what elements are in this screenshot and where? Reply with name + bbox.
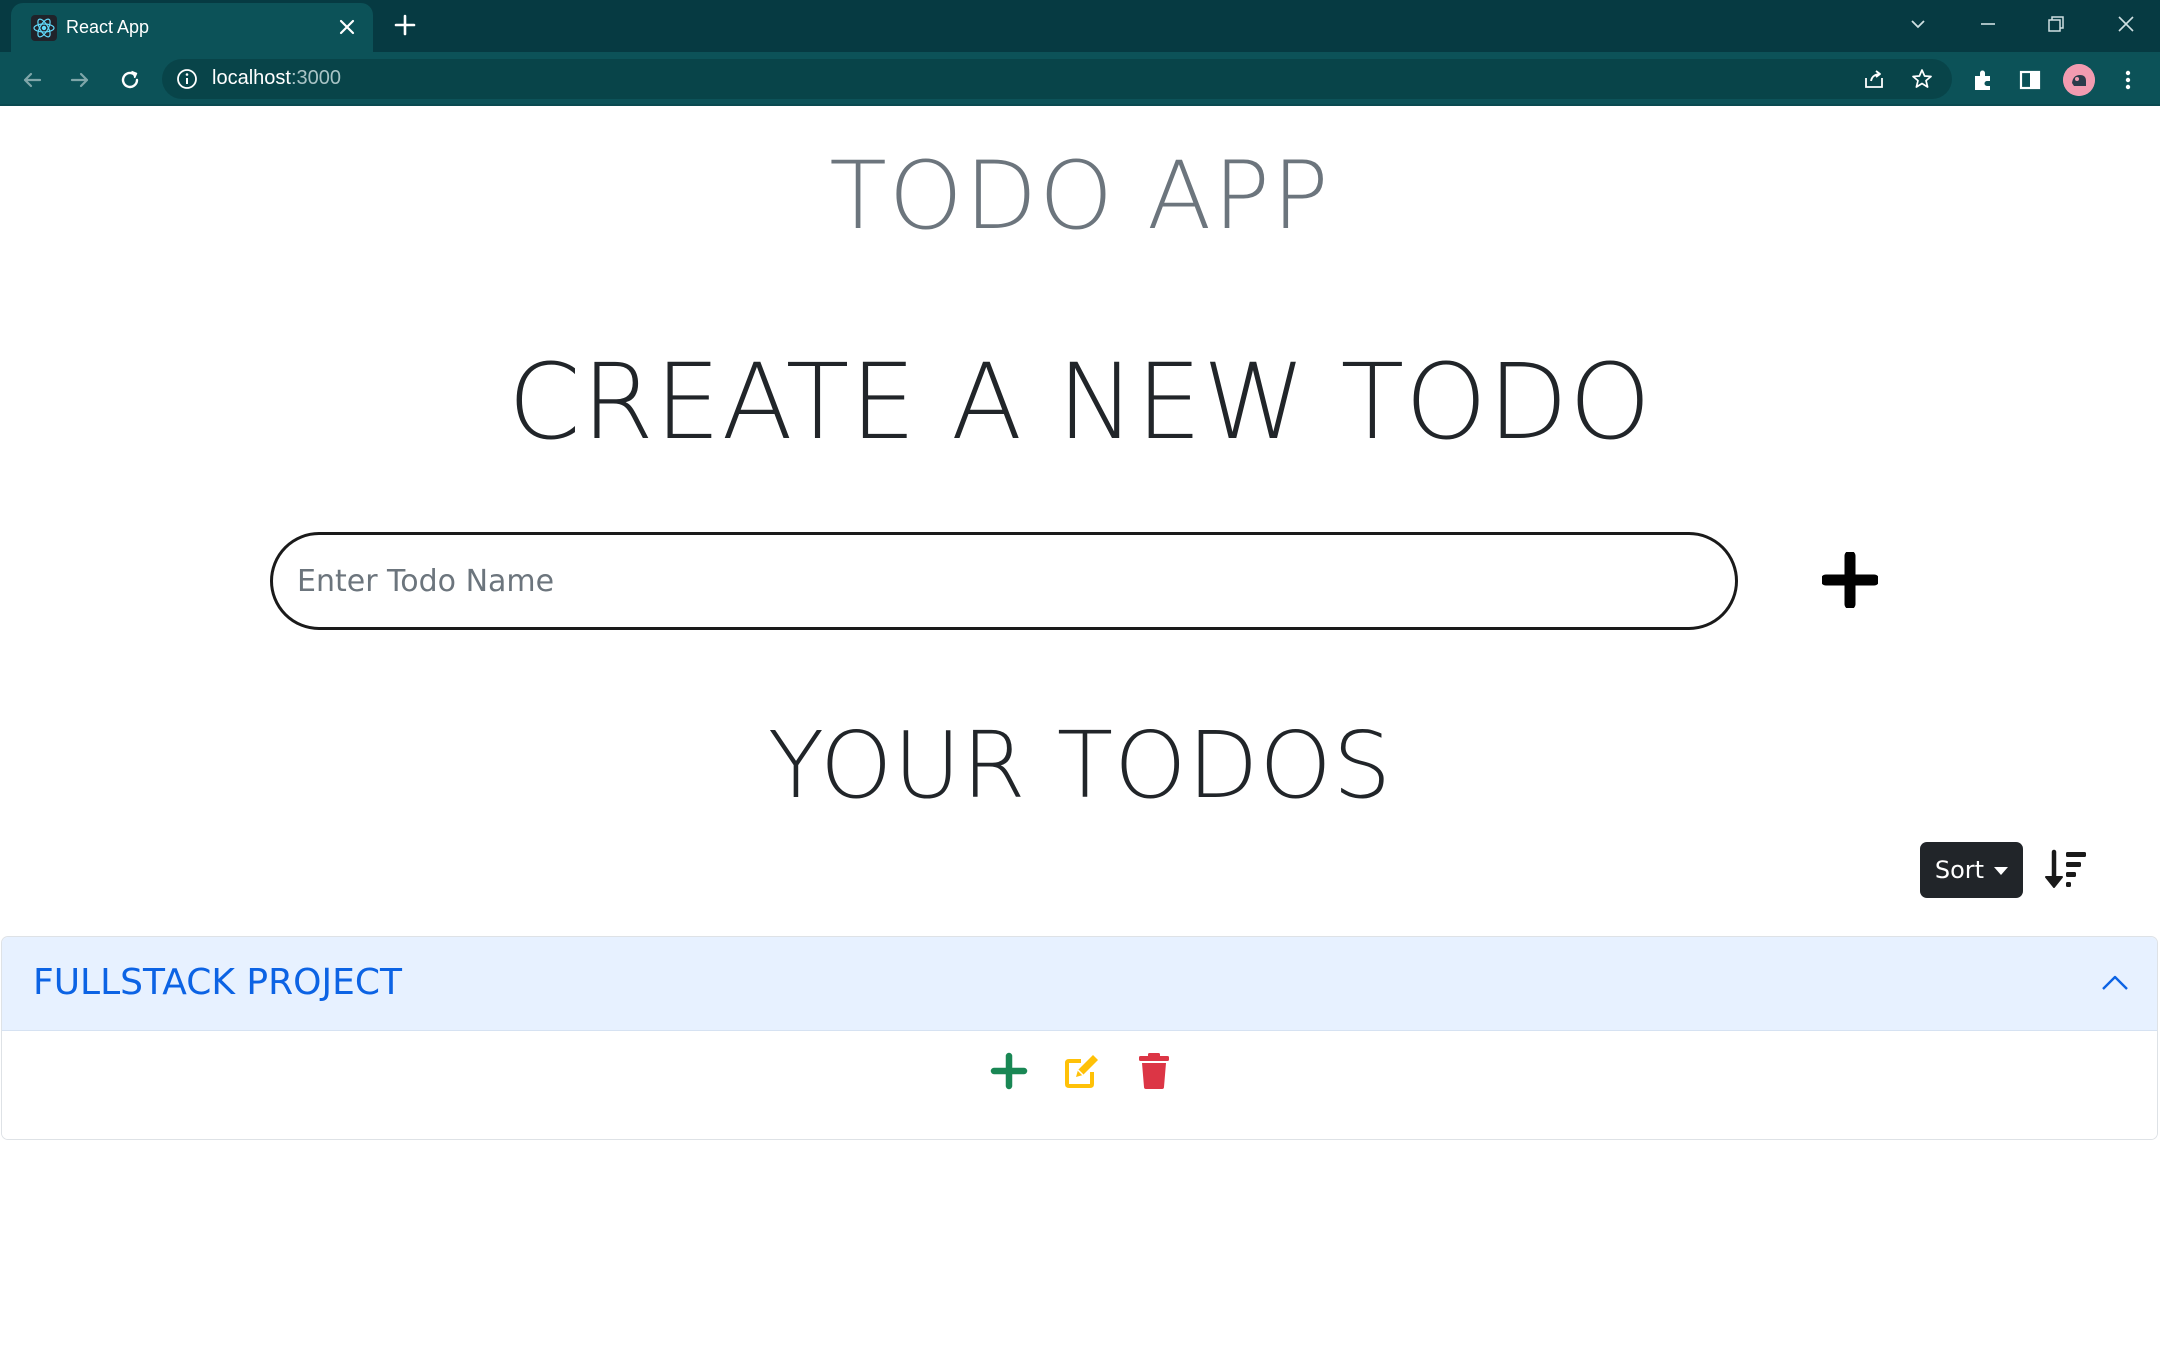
star-icon[interactable] (1910, 67, 1934, 91)
create-todo-heading: CREATE A NEW TODO (508, 341, 1652, 463)
reload-icon[interactable] (116, 66, 144, 94)
add-subtask-icon[interactable] (989, 1051, 1029, 1091)
kebab-menu-icon[interactable] (2114, 66, 2142, 94)
chevron-down-icon[interactable] (1904, 10, 1932, 38)
trash-icon[interactable] (1134, 1051, 1174, 1091)
todo-name-input[interactable] (270, 532, 1738, 630)
browser-tab-bar: React App (0, 0, 2160, 52)
url-host: localhost (212, 67, 291, 89)
plus-icon[interactable] (392, 12, 418, 38)
edit-icon[interactable] (1062, 1051, 1102, 1091)
your-todos-heading: YOUR TODOS (767, 712, 1393, 819)
extensions-icon[interactable] (1969, 66, 1997, 94)
close-icon[interactable] (2112, 10, 2140, 38)
todo-accordion-header[interactable]: FULLSTACK PROJECT (2, 937, 2157, 1031)
todo-accordion: FULLSTACK PROJECT (1, 936, 2158, 1140)
url-text[interactable]: localhost:3000 (212, 67, 341, 90)
forward-icon[interactable] (66, 66, 94, 94)
browser-toolbar: localhost:3000 (0, 52, 2160, 106)
sort-label: Sort (1934, 856, 1985, 884)
avatar[interactable] (2063, 64, 2095, 96)
side-panel-icon[interactable] (2016, 66, 2044, 94)
todo-title: FULLSTACK PROJECT (33, 962, 402, 1003)
react-icon (31, 15, 57, 41)
minimize-icon[interactable] (1974, 10, 2002, 38)
restore-icon[interactable] (2042, 10, 2070, 38)
back-icon[interactable] (18, 66, 46, 94)
add-todo-button[interactable] (1822, 552, 1878, 608)
profile-icon (2063, 64, 2095, 96)
tab-title: React App (66, 17, 150, 37)
sort-descending-icon[interactable] (2042, 846, 2090, 894)
url-port: :3000 (290, 67, 341, 89)
address-bar[interactable]: localhost:3000 (162, 59, 1952, 99)
chevron-up-icon[interactable] (2100, 971, 2130, 995)
share-icon[interactable] (1862, 67, 1886, 91)
app-title: TODO APP (829, 142, 1331, 251)
sort-dropdown-button[interactable]: Sort (1920, 842, 2023, 898)
page-content: TODO APP CREATE A NEW TODO YOUR TODOS So… (0, 106, 2160, 1347)
todo-accordion-body (2, 1031, 2157, 1139)
caret-down-icon (1994, 867, 2009, 875)
info-icon[interactable] (176, 68, 198, 90)
close-icon[interactable] (337, 17, 357, 37)
browser-tab[interactable]: React App (11, 3, 373, 52)
